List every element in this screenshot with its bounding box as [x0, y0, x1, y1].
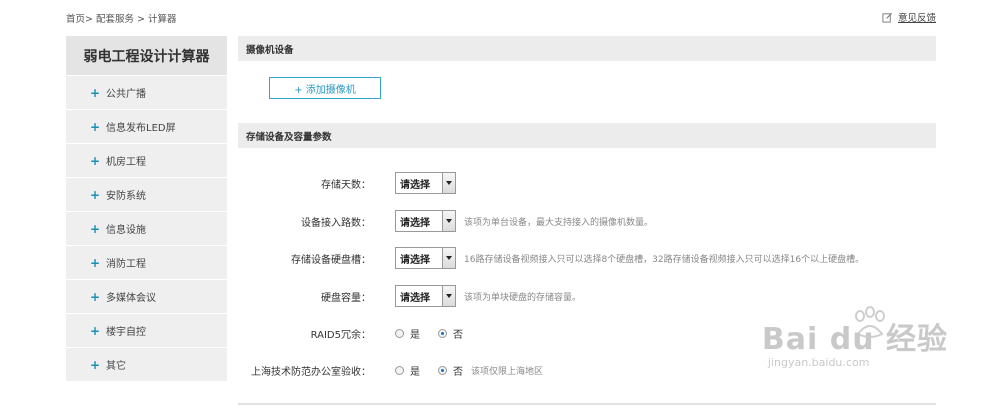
raid5-row: RAID5冗余： 是 否 [238, 322, 936, 344]
acceptance-radio-group: 是 否 该项仅限上海地区 [395, 363, 543, 378]
disk-slots-select[interactable]: 请选择 [395, 247, 456, 269]
plus-icon: + [90, 289, 101, 304]
acceptance-no-radio[interactable]: 否 [438, 363, 463, 378]
plus-icon: + [90, 323, 101, 338]
raid5-yes-label: 是 [410, 329, 420, 341]
disk-capacity-label: 硬盘容量： [321, 292, 371, 304]
storage-days-row: 存储天数： 请选择 [238, 172, 936, 194]
acceptance-yes-label: 是 [410, 366, 420, 378]
disk-slots-hint: 16路存储设备视频接入只可以选择8个硬盘槽，32路存储设备视频接入只可以选择16… [464, 254, 865, 265]
sidebar-item-label: 信息发布LED屏 [106, 123, 176, 134]
sidebar-title: 弱电工程设计计算器 [66, 36, 227, 76]
plus-icon: + [90, 221, 101, 236]
sidebar-item-label: 楼宇自控 [106, 327, 146, 338]
plus-icon: + [90, 85, 101, 100]
sidebar-item-building-automation[interactable]: + 楼宇自控 [66, 314, 227, 348]
storage-days-label: 存储天数： [321, 179, 371, 191]
disk-capacity-row: 硬盘容量： 请选择 该项为单块硬盘的存储容量。 [238, 285, 936, 307]
breadcrumb[interactable]: 首页> 配套服务 > 计算器 [66, 11, 176, 25]
edit-icon [882, 12, 892, 23]
storage-days-select[interactable]: 请选择 [395, 172, 456, 194]
sidebar-item-server-room[interactable]: + 机房工程 [66, 144, 227, 178]
chevron-down-icon[interactable] [442, 211, 455, 231]
divider [238, 403, 936, 405]
main-content: 摄像机设备 + 添加摄像机 存储设备及容量参数 存储天数： 请选择 设备接入路数… [238, 36, 936, 378]
chevron-down-icon[interactable] [442, 173, 455, 193]
storage-days-value: 请选择 [400, 179, 430, 191]
sidebar-item-label: 公共广播 [106, 89, 146, 100]
sidebar-item-multimedia[interactable]: + 多媒体会议 [66, 280, 227, 314]
plus-icon: + [90, 153, 101, 168]
camera-section-header: 摄像机设备 [238, 36, 936, 61]
channels-select[interactable]: 请选择 [395, 210, 456, 232]
raid5-no-radio[interactable]: 否 [438, 326, 463, 341]
sidebar-item-label: 其它 [106, 361, 126, 372]
sidebar-item-label: 消防工程 [106, 259, 146, 270]
sidebar-item-label: 机房工程 [106, 157, 146, 168]
sidebar-item-fire[interactable]: + 消防工程 [66, 246, 227, 280]
raid5-no-label: 否 [453, 329, 463, 341]
acceptance-row: 上海技术防范办公室验收： 是 否 该项仅限上海地区 [238, 359, 936, 381]
chevron-down-icon[interactable] [442, 248, 455, 268]
baidu-paw-icon [855, 306, 885, 338]
disk-capacity-hint: 该项为单块硬盘的存储容量。 [464, 292, 582, 303]
feedback-label[interactable]: 意见反馈 [898, 10, 936, 24]
acceptance-hint: 该项仅限上海地区 [471, 366, 544, 377]
acceptance-no-label: 否 [453, 366, 463, 378]
disk-capacity-select[interactable]: 请选择 [395, 285, 456, 307]
sidebar: 弱电工程设计计算器 + 公共广播 + 信息发布LED屏 + 机房工程 + 安防系统 + 信… [66, 36, 227, 382]
channels-row: 设备接入路数： 请选择 该项为单台设备，最大支持接入的摄像机数量。 [238, 210, 936, 232]
chevron-down-icon[interactable] [442, 286, 455, 306]
disk-slots-value: 请选择 [400, 254, 430, 266]
channels-hint: 该项为单台设备，最大支持接入的摄像机数量。 [464, 217, 654, 228]
channels-value: 请选择 [400, 217, 430, 229]
feedback-link[interactable]: 意见反馈 [882, 10, 936, 24]
plus-icon: + [90, 255, 101, 270]
disk-slots-row: 存储设备硬盘槽： 请选择 16路存储设备视频接入只可以选择8个硬盘槽，32路存储… [238, 247, 936, 269]
raid5-label: RAID5冗余： [310, 329, 371, 341]
sidebar-item-info-facilities[interactable]: + 信息设施 [66, 212, 227, 246]
sidebar-item-led-screen[interactable]: + 信息发布LED屏 [66, 110, 227, 144]
sidebar-item-public-broadcast[interactable]: + 公共广播 [66, 76, 227, 110]
acceptance-label: 上海技术防范办公室验收： [251, 366, 371, 378]
plus-icon: + [90, 119, 101, 134]
disk-capacity-value: 请选择 [400, 292, 430, 304]
raid5-yes-radio[interactable]: 是 [395, 326, 420, 341]
radio-checked-icon[interactable] [438, 365, 447, 375]
plus-icon: + [90, 187, 101, 202]
raid5-radio-group: 是 否 [395, 326, 481, 341]
channels-label: 设备接入路数： [301, 217, 371, 229]
radio-unchecked-icon[interactable] [395, 328, 404, 338]
sidebar-item-security[interactable]: + 安防系统 [66, 178, 227, 212]
radio-checked-icon[interactable] [438, 328, 447, 338]
sidebar-item-label: 多媒体会议 [106, 293, 156, 304]
sidebar-item-label: 安防系统 [106, 191, 146, 202]
radio-unchecked-icon[interactable] [395, 365, 404, 375]
acceptance-yes-radio[interactable]: 是 [395, 363, 420, 378]
plus-icon: + [90, 357, 101, 372]
sidebar-item-label: 信息设施 [106, 225, 146, 236]
add-camera-button[interactable]: + 添加摄像机 [269, 77, 381, 99]
storage-section-header: 存储设备及容量参数 [238, 123, 936, 148]
sidebar-item-other[interactable]: + 其它 [66, 348, 227, 382]
disk-slots-label: 存储设备硬盘槽： [291, 254, 371, 266]
